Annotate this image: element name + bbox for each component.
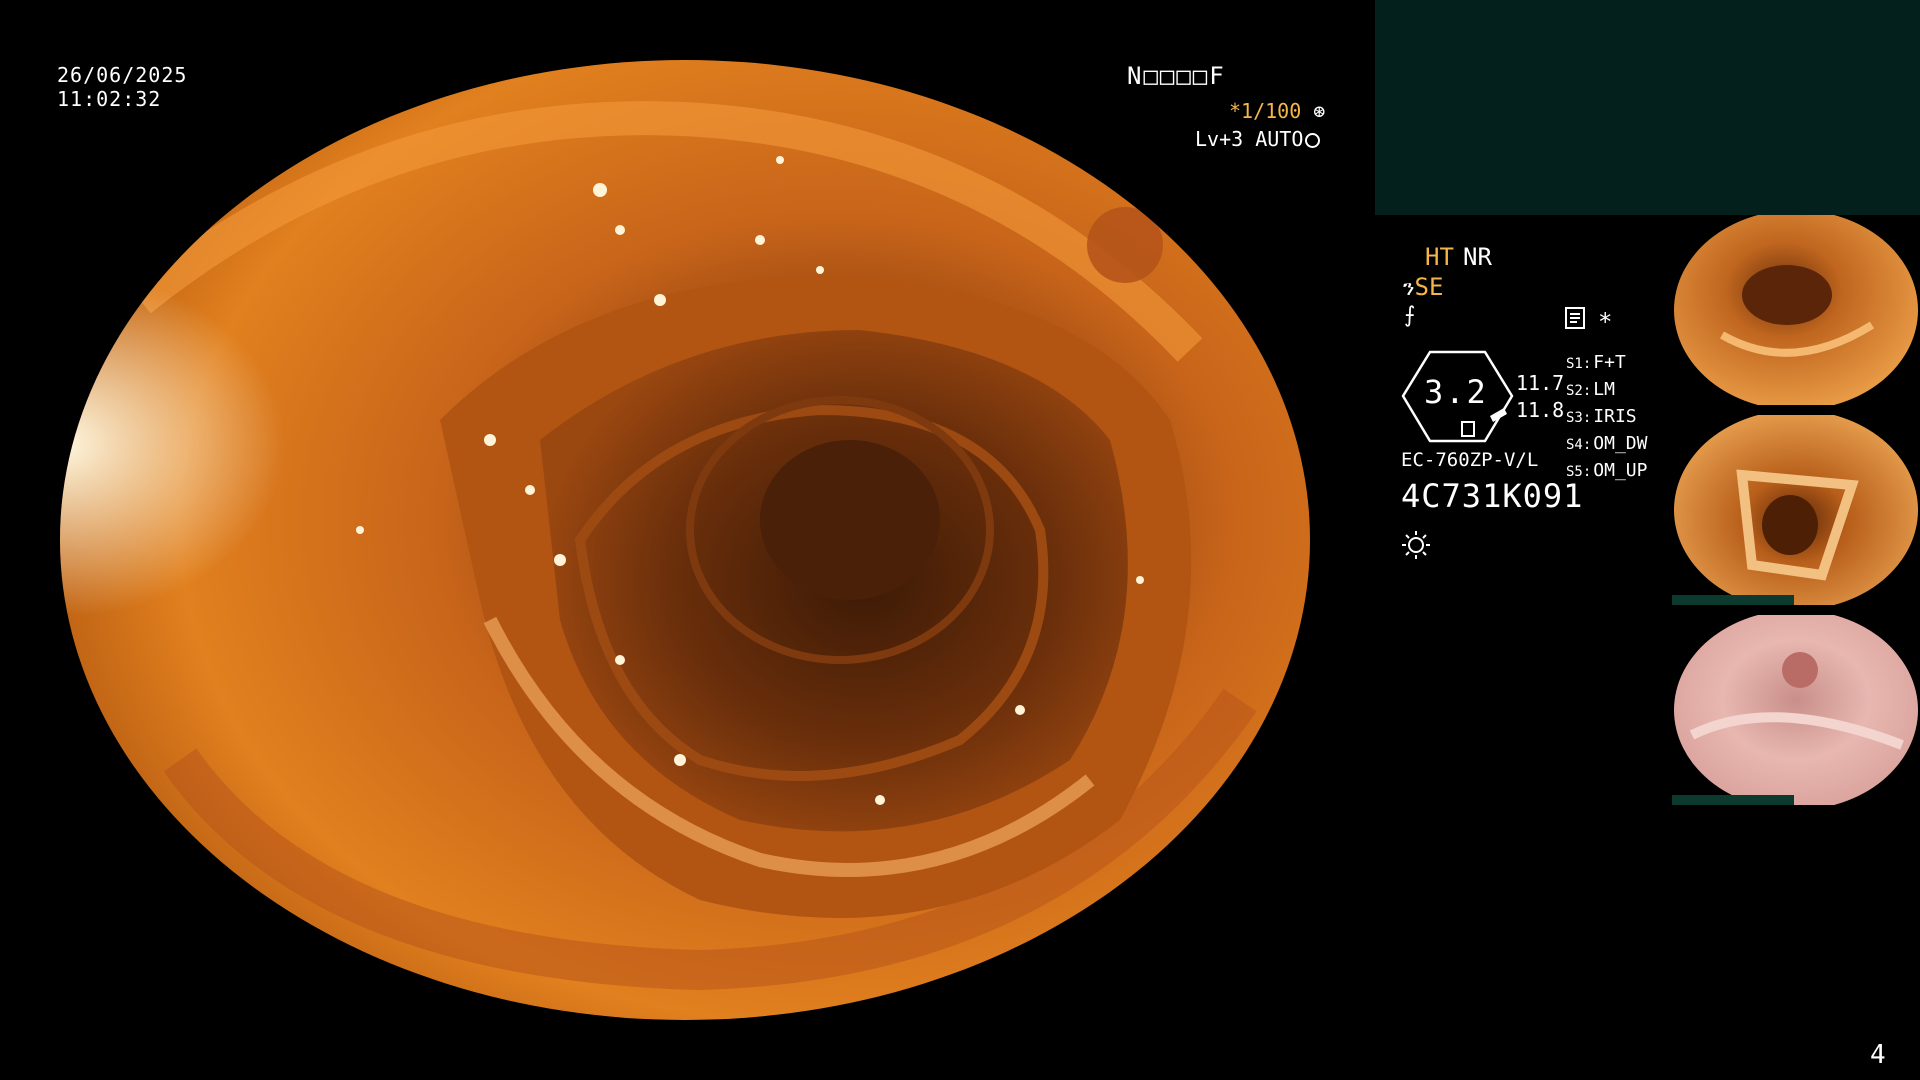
f-symbol: ⨍ — [1404, 303, 1416, 328]
setting-key: S4: — [1566, 437, 1592, 453]
mode-code: N□□□□F — [1127, 62, 1226, 90]
scope-model: EC-760ZP-V/L — [1401, 449, 1539, 471]
shutter-readout: *1/100 ⊛ — [1229, 99, 1325, 123]
endoscopy-view — [60, 60, 1310, 1020]
scope-serial: 4C731K091 — [1401, 477, 1584, 515]
auto-iris-icon — [1305, 133, 1321, 148]
setting-row: S4: OM_DW — [1566, 431, 1647, 458]
se-prefix: ን — [1403, 276, 1415, 301]
shutter-icon: ⊛ — [1301, 99, 1326, 123]
gauge-value: 3.2 — [1424, 373, 1488, 411]
page-number: 4 — [1870, 1040, 1886, 1070]
setting-value: OM_DW — [1593, 433, 1648, 454]
thumbnail-2[interactable] — [1672, 415, 1920, 605]
nr-indicator: NR — [1463, 243, 1492, 271]
value-a: 11.7 — [1516, 371, 1565, 395]
thumbnail-image — [1672, 215, 1920, 405]
thumbnail-image — [1672, 415, 1920, 605]
shutter-text: *1/100 — [1229, 99, 1302, 123]
setting-row: S1: F+T — [1566, 350, 1647, 377]
se-indicator: ንSE — [1403, 273, 1443, 301]
setting-key: S3: — [1566, 410, 1592, 426]
setting-key: S2: — [1566, 383, 1592, 399]
level-text: Lv+3 AUTO — [1195, 127, 1304, 151]
date-text: 26/06/2025 — [57, 63, 188, 87]
setting-value: OM_UP — [1593, 460, 1648, 481]
se-text: SE — [1414, 273, 1444, 301]
level-readout: Lv+3 AUTO — [1195, 127, 1321, 151]
thumbnail-1[interactable] — [1672, 215, 1920, 405]
thumbnail-image — [1672, 615, 1920, 805]
document-icon — [1565, 307, 1585, 329]
setting-value: IRIS — [1593, 406, 1637, 427]
setting-key: S1: — [1566, 356, 1592, 372]
ht-indicator: HT — [1425, 243, 1454, 271]
switch-settings: S1: F+T S2: LM S3: IRIS S4: OM_DW S5: OM_UP — [1566, 350, 1647, 485]
thumbnail-3[interactable] — [1672, 615, 1920, 805]
value-b: 11.8 — [1516, 398, 1565, 422]
endoscopy-image — [60, 60, 1310, 1020]
info-panel-header — [1375, 0, 1920, 215]
setting-value: LM — [1593, 379, 1615, 400]
light-icon — [1402, 531, 1430, 559]
setting-row: S2: LM — [1566, 377, 1647, 404]
time-text: 11:02:32 — [57, 87, 162, 111]
thumbnail-bar — [1672, 595, 1794, 605]
setting-row: S3: IRIS — [1566, 404, 1647, 431]
thumbnail-bar — [1672, 795, 1794, 805]
star-indicator: * — [1598, 308, 1613, 336]
setting-value: F+T — [1593, 352, 1626, 373]
datetime: 26/06/2025 11:02:32 — [57, 63, 187, 111]
